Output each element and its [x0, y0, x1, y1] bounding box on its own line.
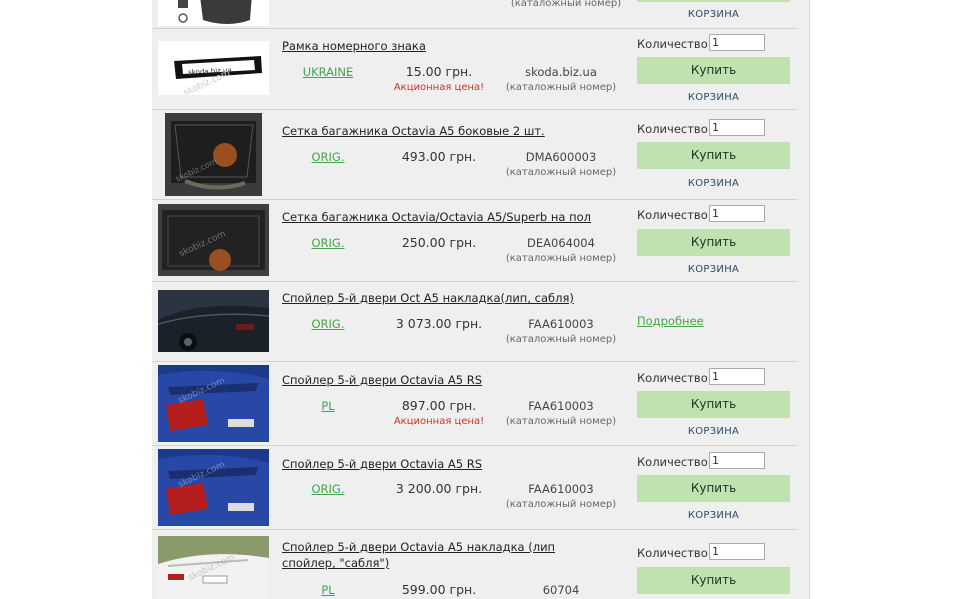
quantity-label: Количество: — [637, 371, 712, 385]
catalog-number-label: (каталожный номер) — [505, 416, 617, 427]
buy-button[interactable]: Купить — [637, 475, 790, 502]
product-name-link[interactable]: Рамка номерного знака — [282, 38, 602, 54]
product-row: skobiz.com Сетка багажника Octavia/Octav… — [152, 200, 797, 282]
brand-link[interactable]: PL — [278, 399, 378, 413]
product-image[interactable]: skobiz.com — [158, 204, 269, 276]
catalog-number: FAA610003 — [528, 482, 594, 496]
product-name-link[interactable]: Сетка багажника Octavia/Octavia A5/Super… — [282, 209, 602, 225]
catalog-number-label: (каталожный номер) — [505, 253, 617, 264]
product-name-link[interactable]: Спойлер 5-й двери Oct A5 накладка(лип, с… — [282, 290, 602, 306]
quantity-input[interactable] — [709, 205, 765, 222]
dark-car-rear-image — [158, 290, 269, 352]
product-row: skobiz.com Сетка багажника Octavia A5 бо… — [152, 110, 797, 200]
brand-link[interactable]: ORIG. — [278, 482, 378, 496]
gear-knob-image — [158, 0, 269, 26]
promo-label: Акционная цена! — [393, 416, 485, 427]
cart-link[interactable]: КОРЗИНА — [637, 178, 790, 189]
cart-link[interactable]: КОРЗИНА — [637, 9, 790, 20]
price: 15.00 грн. — [405, 64, 473, 79]
product-row: skoda.biz.ua skobiz.com Рамка номерного … — [152, 29, 797, 110]
product-name-link[interactable]: Спойлер 5-й двери Octavia A5 RS — [282, 456, 602, 472]
brand-link[interactable]: PL — [278, 583, 378, 597]
quantity-input[interactable] — [709, 452, 765, 469]
catalog-number: DEA064004 — [527, 236, 595, 250]
blue-car-spoiler-image: skobiz.com — [158, 365, 269, 442]
trunk-net-side-image: skobiz.com — [165, 113, 262, 196]
buy-button[interactable]: Купить — [637, 229, 790, 256]
catalog-number: 60704 — [542, 583, 580, 597]
product-name-link[interactable]: Спойлер 5-й двери Octavia A5 RS — [282, 372, 602, 388]
trunk-net-floor-image: skobiz.com — [158, 204, 269, 276]
product-list: (каталожный номер) КОРЗИНА skoda.biz.ua … — [152, 0, 810, 599]
brand-link[interactable]: ORIG. — [278, 317, 378, 331]
buy-button[interactable] — [637, 0, 790, 2]
buy-button[interactable]: Купить — [637, 142, 790, 169]
product-row: (каталожный номер) КОРЗИНА — [152, 0, 797, 29]
buy-button[interactable]: Купить — [637, 391, 790, 418]
product-name-link[interactable]: Спойлер 5-й двери Octavia A5 накладка (л… — [282, 539, 602, 571]
cart-link[interactable]: КОРЗИНА — [637, 264, 790, 275]
catalog-number: skoda.biz.ua — [525, 65, 597, 79]
catalog-number-label: (каталожный номер) — [505, 334, 617, 345]
cart-link[interactable]: КОРЗИНА — [637, 92, 790, 103]
product-image[interactable]: skobiz.com — [158, 536, 269, 599]
product-image[interactable]: skoda.biz.ua skobiz.com — [158, 41, 269, 95]
blue-car-spoiler-image: skobiz.com — [158, 449, 269, 526]
price: 3 073.00 грн. — [395, 316, 483, 331]
product-row: skobiz.com Спойлер 5-й двери Octavia A5 … — [152, 362, 797, 446]
catalog-number-label: (каталожный номер) — [505, 167, 617, 178]
buy-button[interactable]: Купить — [637, 57, 790, 84]
quantity-label: Количество: — [637, 122, 712, 136]
brand-link[interactable]: ORIG. — [278, 236, 378, 250]
more-link[interactable]: Подробнее — [637, 314, 704, 328]
product-name-link[interactable]: Сетка багажника Octavia A5 боковые 2 шт. — [282, 123, 602, 139]
product-image[interactable] — [158, 290, 269, 352]
buy-button[interactable]: Купить — [637, 567, 790, 594]
cart-link[interactable]: КОРЗИНА — [637, 510, 790, 521]
catalog-number-label: (каталожный номер) — [505, 499, 617, 510]
product-row: skobiz.com Спойлер 5-й двери Octavia A5 … — [152, 530, 797, 599]
catalog-number-label: (каталожный номер) — [510, 0, 622, 9]
product-image[interactable]: skobiz.com — [158, 365, 269, 442]
product-image[interactable] — [158, 0, 269, 26]
catalog-number: FAA610003 — [528, 399, 594, 413]
quantity-label: Количество: — [637, 455, 712, 469]
price: 3 200.00 грн. — [395, 481, 483, 496]
product-image[interactable]: skobiz.com — [165, 113, 262, 196]
catalog-number: FAA610003 — [528, 317, 594, 331]
quantity-input[interactable] — [709, 119, 765, 136]
price: 897.00 грн. — [401, 398, 477, 413]
catalog-number: DMA600003 — [525, 150, 597, 164]
price: 599.00 грн. — [401, 582, 477, 597]
quantity-label: Количество: — [637, 37, 712, 51]
promo-label: Акционная цена! — [393, 82, 485, 93]
product-image[interactable]: skobiz.com — [158, 449, 269, 526]
catalog-number-label: (каталожный номер) — [505, 82, 617, 93]
cart-link[interactable]: КОРЗИНА — [637, 426, 790, 437]
quantity-input[interactable] — [709, 368, 765, 385]
license-plate-frame-image: skoda.biz.ua skobiz.com — [158, 41, 269, 95]
quantity-input[interactable] — [709, 34, 765, 51]
quantity-label: Количество: — [637, 546, 712, 560]
product-row: Спойлер 5-й двери Oct A5 накладка(лип, с… — [152, 282, 797, 362]
white-car-rear-image: skobiz.com — [158, 536, 269, 599]
brand-link[interactable]: ORIG. — [278, 150, 378, 164]
price: 493.00 грн. — [401, 149, 477, 164]
price: 250.00 грн. — [401, 235, 477, 250]
quantity-input[interactable] — [709, 543, 765, 560]
product-row: skobiz.com Спойлер 5-й двери Octavia A5 … — [152, 446, 797, 530]
quantity-label: Количество: — [637, 208, 712, 222]
brand-link[interactable]: UKRAINE — [278, 65, 378, 79]
